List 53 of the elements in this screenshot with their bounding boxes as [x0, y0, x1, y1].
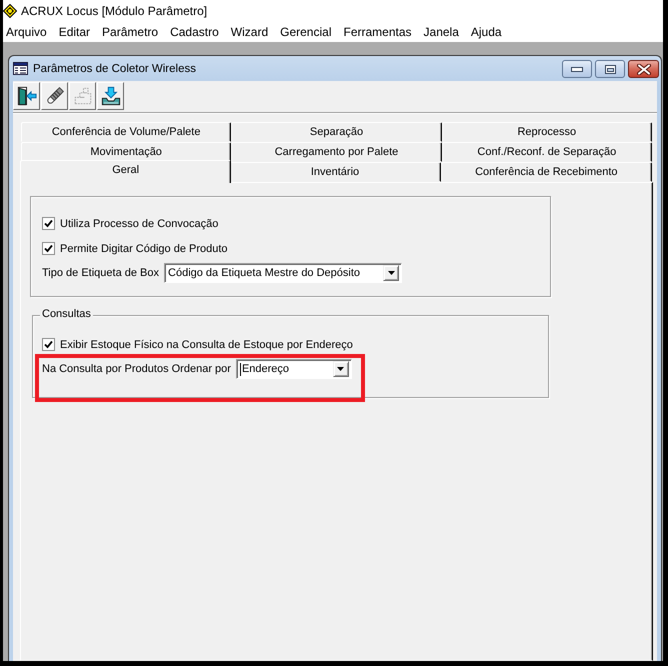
app-title: ACRUX Locus [Módulo Parâmetro]	[21, 4, 208, 18]
tab[interactable]: Geral	[20, 160, 232, 183]
checkbox-label: Permite Digitar Código de Produto	[60, 242, 228, 254]
checkbox[interactable]	[42, 217, 55, 230]
menu-item[interactable]: Gerencial	[280, 25, 332, 39]
checkmark-icon	[44, 244, 53, 253]
menu-item[interactable]: Janela	[424, 25, 459, 39]
checkbox[interactable]	[42, 242, 55, 255]
menu-item[interactable]: Parâmetro	[102, 25, 158, 39]
menu-item[interactable]: Ajuda	[470, 25, 502, 39]
checkmark-icon	[44, 340, 53, 349]
diamond-icon	[3, 4, 17, 18]
field-label: Tipo de Etiqueta de Box	[42, 267, 160, 279]
checkbox-label: Utiliza Processo de Convocação	[60, 218, 218, 230]
toolbar-button[interactable]	[97, 82, 124, 110]
checkbox[interactable]	[42, 338, 55, 351]
minimize-button[interactable]	[562, 60, 592, 78]
pencil-icon	[44, 86, 64, 106]
checkmark-icon	[44, 219, 53, 228]
field-label: Na Consulta por Produtos Ordenar por	[42, 363, 231, 375]
menu-item[interactable]: Editar	[58, 25, 90, 39]
menu-item[interactable]: Ferramentas	[343, 25, 412, 39]
maximize-icon	[604, 64, 616, 74]
blocks-icon	[72, 86, 92, 106]
tray-arrow-icon	[100, 86, 120, 106]
checkbox-label: Exibir Estoque Físico na Consulta de Estoque por Endereço	[60, 338, 353, 350]
minimize-icon	[571, 66, 583, 72]
tab[interactable]: Movimentação	[21, 142, 232, 162]
maximize-button[interactable]	[595, 60, 625, 78]
tab[interactable]: Separação	[231, 122, 442, 142]
toolbar-button[interactable]	[41, 82, 68, 110]
window-title: Parâmetros de Coletor Wireless	[33, 62, 196, 74]
close-button[interactable]	[628, 60, 659, 78]
caret-icon	[388, 271, 395, 275]
tab[interactable]: Conf./Reconf. de Separação	[442, 142, 652, 162]
dropdown-button[interactable]	[332, 361, 349, 377]
tab[interactable]: Carregamento por Palete	[231, 142, 442, 162]
close-icon	[636, 64, 650, 74]
dropdown-button[interactable]	[383, 265, 400, 281]
form-icon	[13, 62, 28, 75]
group-label: Consultas	[40, 308, 93, 320]
dropdown[interactable]: Endereço	[236, 359, 352, 379]
door-arrow-icon	[16, 86, 36, 106]
menu-item[interactable]: Wizard	[230, 25, 268, 39]
tab[interactable]: Reprocesso	[442, 122, 652, 142]
dropdown[interactable]: Código da Etiqueta Mestre do Depósito	[164, 263, 402, 283]
tab[interactable]: Conferência de Recebimento	[440, 162, 652, 182]
menu-item[interactable]: Cadastro	[170, 25, 219, 39]
tab[interactable]: Conferência de Volume/Palete	[21, 122, 232, 142]
menu-item[interactable]: Arquivo	[6, 25, 47, 39]
tab[interactable]: Inventário	[229, 162, 441, 182]
caret-icon	[337, 367, 344, 371]
toolbar-button[interactable]	[13, 82, 40, 110]
